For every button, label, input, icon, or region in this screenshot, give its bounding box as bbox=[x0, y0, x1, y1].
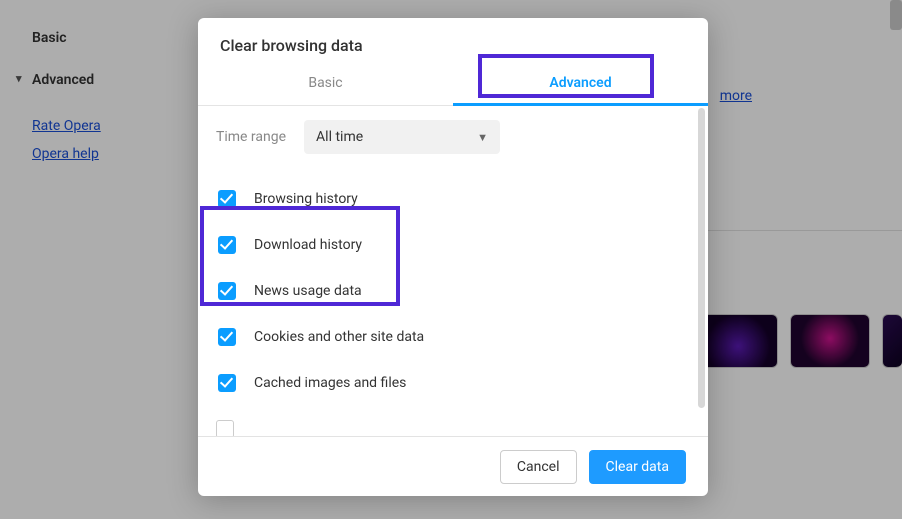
option-cached-files[interactable]: Cached images and files bbox=[216, 360, 694, 406]
link-opera-help[interactable]: Opera help bbox=[32, 146, 176, 162]
checkbox[interactable] bbox=[218, 190, 236, 208]
page-scrollbar[interactable] bbox=[890, 0, 902, 30]
clear-browsing-data-dialog: Clear browsing data Basic Advanced Time … bbox=[198, 18, 708, 496]
checkbox[interactable] bbox=[216, 420, 234, 436]
option-cookies[interactable]: Cookies and other site data bbox=[216, 314, 694, 360]
dialog-tabs: Basic Advanced bbox=[198, 65, 708, 106]
sidebar-nav-basic[interactable]: Basic bbox=[32, 30, 176, 46]
dialog-scrollbar[interactable] bbox=[698, 108, 705, 408]
sidebar-nav-advanced[interactable]: Advanced bbox=[32, 72, 176, 88]
time-range-select[interactable]: All time ▼ bbox=[304, 120, 500, 154]
settings-sidebar: Basic Advanced Rate Opera Opera help bbox=[0, 0, 196, 519]
clear-data-button[interactable]: Clear data bbox=[589, 450, 686, 484]
cancel-button[interactable]: Cancel bbox=[500, 450, 577, 484]
wallpaper-thumb[interactable] bbox=[882, 314, 902, 368]
learn-more-link[interactable]: more bbox=[720, 88, 752, 104]
option-label: Browsing history bbox=[254, 191, 358, 207]
option-label: News usage data bbox=[254, 283, 362, 299]
option-label: Download history bbox=[254, 237, 362, 253]
checkbox[interactable] bbox=[218, 236, 236, 254]
time-range-label: Time range bbox=[216, 129, 286, 145]
checkbox[interactable] bbox=[218, 328, 236, 346]
checkbox[interactable] bbox=[218, 282, 236, 300]
wallpaper-thumb[interactable] bbox=[698, 314, 778, 368]
option-label: Cached images and files bbox=[254, 375, 406, 391]
tab-advanced[interactable]: Advanced bbox=[453, 65, 708, 106]
option-cutoff[interactable] bbox=[216, 406, 694, 436]
checkbox[interactable] bbox=[218, 374, 236, 392]
option-news-usage-data[interactable]: News usage data bbox=[216, 268, 694, 314]
wallpaper-thumb[interactable] bbox=[790, 314, 870, 368]
tab-basic[interactable]: Basic bbox=[198, 65, 453, 106]
dialog-footer: Cancel Clear data bbox=[198, 436, 708, 496]
option-download-history[interactable]: Download history bbox=[216, 222, 694, 268]
chevron-down-icon: ▼ bbox=[477, 131, 488, 144]
option-browsing-history[interactable]: Browsing history bbox=[216, 176, 694, 222]
dialog-body: Time range All time ▼ Browsing history D… bbox=[198, 106, 708, 436]
time-range-value: All time bbox=[316, 129, 363, 145]
dialog-title: Clear browsing data bbox=[198, 18, 708, 65]
option-label: Cookies and other site data bbox=[254, 329, 424, 345]
wallpaper-thumbnails bbox=[698, 314, 902, 368]
time-range-row: Time range All time ▼ bbox=[216, 120, 694, 154]
link-rate-opera[interactable]: Rate Opera bbox=[32, 118, 176, 134]
